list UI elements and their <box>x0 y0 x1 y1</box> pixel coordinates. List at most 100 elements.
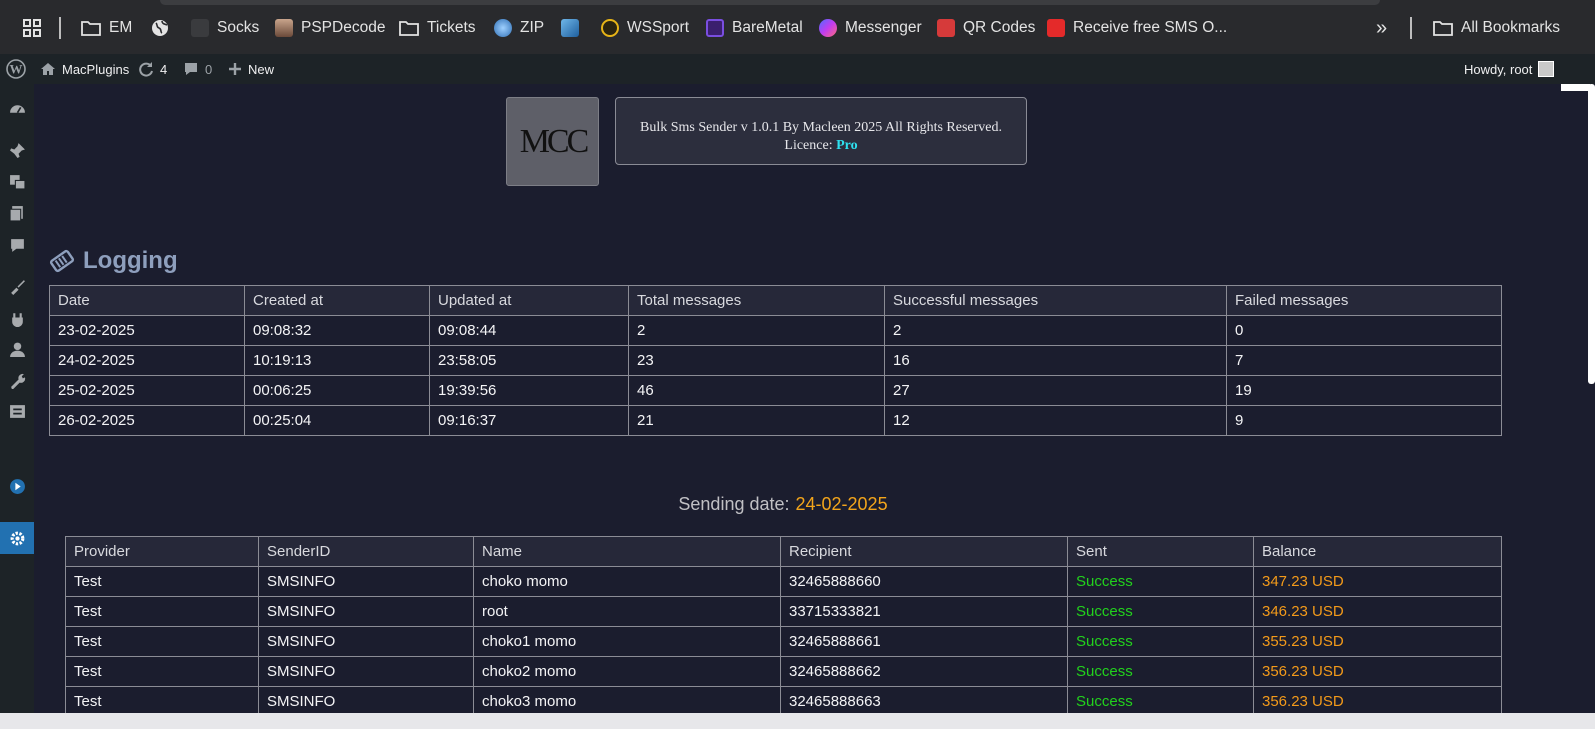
bookmark-em[interactable]: EM <box>81 17 132 39</box>
balance-value: 356.23 USD <box>1253 656 1502 687</box>
col-updated-at: Updated at <box>429 285 629 316</box>
wordpress-logo-icon[interactable]: W <box>6 54 26 84</box>
dashboard-icon[interactable] <box>8 100 26 118</box>
play-icon[interactable] <box>8 477 26 495</box>
settings-sliders-icon[interactable] <box>8 402 26 420</box>
logging-heading: Logging <box>49 245 178 277</box>
scrollbar-top <box>1561 84 1590 91</box>
col-total-messages: Total messages <box>628 285 885 316</box>
plus-icon <box>229 63 241 75</box>
updates-link[interactable]: 4 <box>138 54 167 84</box>
table-row: Test SMSINFO choko3 momo 32465888663 Success… <box>65 686 1502 717</box>
socks-icon <box>191 19 209 37</box>
tag-icon <box>49 249 75 273</box>
table-row: Test SMSINFO choko momo 32465888660 Success 3… <box>65 566 1502 597</box>
scrollbar-thumb[interactable] <box>1588 84 1595 384</box>
col-created-at: Created at <box>244 285 430 316</box>
bookmarks-bar: EM Socks PSPDecode Tickets ZIP WSSport B… <box>0 0 1595 54</box>
bookmark-zip[interactable]: ZIP <box>494 17 544 39</box>
plugin-logo: MCC <box>506 97 599 186</box>
baremetal-icon <box>706 19 724 37</box>
sms-icon <box>1047 19 1065 37</box>
tab-strip-edge <box>160 0 1380 5</box>
bookmark-socks[interactable]: Socks <box>191 17 259 39</box>
page-scrollbar[interactable] <box>1558 84 1595 729</box>
my-account-link[interactable]: Howdy, root <box>1464 54 1555 84</box>
avatar <box>1538 61 1555 77</box>
licence-line: Licence: Pro <box>784 138 858 153</box>
col-sender-id: SenderID <box>258 536 474 567</box>
gear-badge-icon <box>561 19 579 37</box>
qr-icon <box>937 19 955 37</box>
window-bottom-edge <box>0 713 1595 729</box>
bookmark-wssport[interactable]: WSSport <box>601 17 689 39</box>
bookmark-tickets[interactable]: Tickets <box>399 17 476 39</box>
bookmark-globe[interactable] <box>151 17 169 39</box>
licence-value: Pro <box>836 138 858 153</box>
comments-icon[interactable] <box>8 236 26 254</box>
comment-icon <box>185 63 197 75</box>
globe-icon <box>152 20 168 36</box>
refresh-icon <box>139 62 153 77</box>
table-row: Test SMSINFO root 33715333821 Success 346.23 … <box>65 596 1502 627</box>
sending-date-value: 24-02-2025 <box>795 494 888 514</box>
table-row: 24-02-2025 10:19:13 23:58:05 23 16 7 <box>49 345 1502 376</box>
more-bookmarks-button[interactable]: » <box>1376 17 1387 39</box>
sending-table: Provider SenderID Name Recipient Sent Ba… <box>65 536 1502 717</box>
users-icon[interactable] <box>8 340 26 358</box>
separator <box>1410 17 1412 39</box>
svg-text:MCC: MCC <box>519 123 587 160</box>
folder-icon <box>399 21 419 36</box>
all-bookmarks-button[interactable]: All Bookmarks <box>1433 17 1560 39</box>
status-success: Success <box>1067 566 1254 597</box>
apps-icon[interactable] <box>22 17 42 39</box>
table-row: Test SMSINFO choko2 momo 32465888662 Success… <box>65 656 1502 687</box>
mcc-logo-icon: MCC <box>519 123 590 160</box>
active-arrow-icon <box>28 476 34 494</box>
avatar-icon <box>275 19 293 37</box>
new-content-link[interactable]: New <box>228 54 274 84</box>
balance-value: 356.23 USD <box>1253 686 1502 717</box>
svg-text:W: W <box>10 62 23 77</box>
pages-icon[interactable] <box>8 204 26 222</box>
balance-value: 355.23 USD <box>1253 626 1502 657</box>
plugin-info-box: Bulk Sms Sender v 1.0.1 By Macleen 2025 … <box>615 97 1027 165</box>
bookmark-baremetal[interactable]: BareMetal <box>706 17 803 39</box>
bookmark-gear-badge[interactable] <box>561 17 579 39</box>
folder-icon <box>1433 21 1453 36</box>
messenger-icon <box>819 19 837 37</box>
bookmark-pspdecode[interactable]: PSPDecode <box>275 17 385 39</box>
zip-icon <box>494 19 512 37</box>
bookmark-receive-sms[interactable]: Receive free SMS O... <box>1047 17 1227 39</box>
home-icon <box>41 63 55 75</box>
status-success: Success <box>1067 656 1254 687</box>
col-name: Name <box>473 536 781 567</box>
plugin-copyright: Bulk Sms Sender v 1.0.1 By Macleen 2025 … <box>639 120 1003 135</box>
table-row: 26-02-2025 00:25:04 09:16:37 21 12 9 <box>49 405 1502 436</box>
wssport-icon <box>601 19 619 37</box>
col-balance: Balance <box>1253 536 1502 567</box>
col-failed-messages: Failed messages <box>1226 285 1502 316</box>
gear-icon[interactable] <box>8 529 26 547</box>
status-success: Success <box>1067 686 1254 717</box>
folder-icon <box>81 21 101 36</box>
bookmark-messenger[interactable]: Messenger <box>819 17 922 39</box>
plugins-icon[interactable] <box>8 309 26 327</box>
comments-link[interactable]: 0 <box>183 54 212 84</box>
col-provider: Provider <box>65 536 259 567</box>
table-row: Test SMSINFO choko1 momo 32465888661 Success… <box>65 626 1502 657</box>
separator <box>59 17 61 39</box>
tools-icon[interactable] <box>8 371 26 389</box>
status-success: Success <box>1067 596 1254 627</box>
site-name-link[interactable]: MacPlugins <box>40 54 129 84</box>
table-row: 23-02-2025 09:08:32 09:08:44 2 2 0 <box>49 315 1502 346</box>
bookmark-qr-codes[interactable]: QR Codes <box>937 17 1035 39</box>
sending-date-heading: Sending date: 24-02-2025 <box>678 494 888 514</box>
pin-icon[interactable] <box>8 141 26 159</box>
appearance-icon[interactable] <box>8 277 26 295</box>
media-icon[interactable] <box>8 172 26 190</box>
table-row: 25-02-2025 00:06:25 19:39:56 46 27 19 <box>49 375 1502 406</box>
logging-table: Date Created at Updated at Total message… <box>49 285 1502 436</box>
status-success: Success <box>1067 626 1254 657</box>
table-header-row: Provider SenderID Name Recipient Sent Ba… <box>65 536 1502 567</box>
